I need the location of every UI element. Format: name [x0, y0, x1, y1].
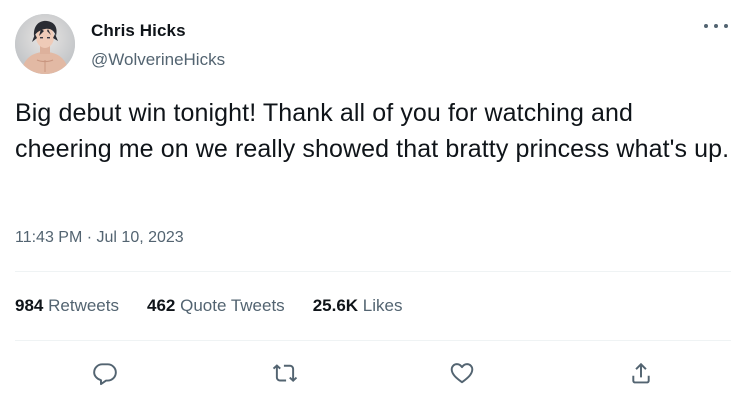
reply-icon: [93, 363, 117, 386]
likes-stat[interactable]: 25.6K Likes: [313, 296, 403, 316]
divider: [15, 271, 731, 272]
quote-tweets-label: Quote Tweets: [180, 296, 285, 315]
tweet-text: Big debut win tonight! Thank all of you …: [15, 99, 730, 163]
share-icon: [632, 362, 650, 384]
retweets-count: 984: [15, 296, 44, 315]
tweet-stats: 984 Retweets 462 Quote Tweets 25.6K Like…: [15, 296, 402, 316]
quote-tweets-count: 462: [146, 296, 176, 315]
tweet-date-link[interactable]: Jul 10, 2023: [97, 229, 184, 246]
user-handle[interactable]: @WolverineHicks: [91, 50, 225, 70]
retweet-button[interactable]: [268, 356, 302, 390]
quote-tweets-stat[interactable]: 462 Quote Tweets: [147, 296, 285, 316]
tweet-actions: [0, 350, 746, 394]
display-name[interactable]: Chris Hicks: [91, 21, 186, 41]
likes-label: Likes: [362, 296, 403, 315]
likes-count: 25.6K: [312, 296, 359, 315]
more-dot: [724, 24, 728, 28]
reply-button[interactable]: [88, 356, 122, 390]
avatar[interactable]: [15, 14, 75, 74]
tweet-timestamp: 11:43 PM · Jul 10, 2023: [15, 229, 184, 247]
more-dot: [714, 24, 718, 28]
retweets-label: Retweets: [48, 296, 119, 315]
like-button[interactable]: [445, 356, 479, 390]
retweets-stat[interactable]: 984 Retweets: [15, 296, 119, 316]
tweet-card: Chris Hicks @WolverineHicks Big debut wi…: [0, 0, 746, 416]
more-options-icon[interactable]: [704, 16, 728, 36]
timestamp-separator: ·: [82, 229, 97, 246]
more-dot: [704, 24, 708, 28]
heart-icon: [450, 363, 474, 384]
divider: [15, 340, 731, 341]
tweet-time-link[interactable]: 11:43 PM: [15, 229, 82, 246]
retweet-icon: [272, 364, 298, 382]
avatar-photo-icon: [15, 14, 75, 74]
share-button[interactable]: [624, 356, 658, 390]
